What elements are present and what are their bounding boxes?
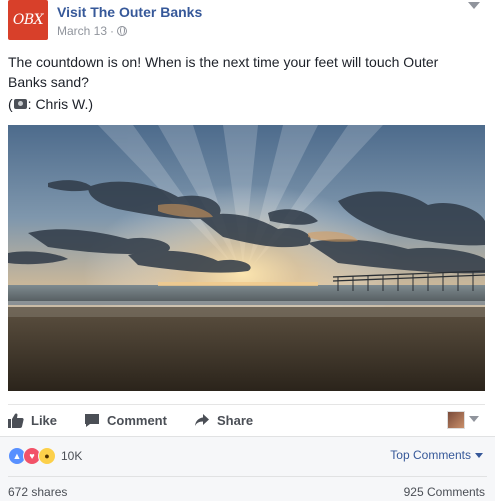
page-name-link[interactable]: Visit The Outer Banks xyxy=(57,4,202,20)
top-comments-dropdown[interactable]: Top Comments xyxy=(390,448,483,462)
camera-icon xyxy=(13,99,27,109)
credit-open: ( xyxy=(8,96,13,112)
comments-count[interactable]: 925 Comments xyxy=(404,485,485,499)
share-label: Share xyxy=(217,413,254,428)
credit-text: : Chris W.) xyxy=(27,96,94,112)
comment-icon xyxy=(85,414,99,427)
share-button[interactable]: Share xyxy=(194,413,253,428)
post-photo[interactable] xyxy=(8,125,485,391)
logo-text: OBX xyxy=(12,12,44,28)
post-header: OBX Visit The Outer Banks March 13 · xyxy=(8,0,488,40)
divider xyxy=(8,476,487,477)
post-date[interactable]: March 13 xyxy=(57,24,107,38)
thumbs-up-icon xyxy=(8,413,24,428)
shares-count[interactable]: 672 shares xyxy=(8,485,67,499)
globe-icon xyxy=(117,26,128,36)
like-label: Like xyxy=(31,413,58,428)
reactions-bar: ▲ ♥ ● 10K Top Comments 672 shares 925 Co… xyxy=(0,436,495,501)
post-text: The countdown is on! When is the next ti… xyxy=(8,54,439,90)
share-icon xyxy=(195,414,209,426)
wow-reaction-icon: ● xyxy=(38,447,56,465)
post-meta: March 13 · xyxy=(57,24,128,38)
sunset-beach-photo xyxy=(8,125,485,391)
comment-label: Comment xyxy=(107,413,167,428)
reaction-count: 10K xyxy=(61,449,83,463)
top-comments-label: Top Comments xyxy=(390,448,471,462)
page-logo[interactable]: OBX xyxy=(8,0,48,40)
reaction-summary[interactable]: ▲ ♥ ● 10K xyxy=(8,447,82,465)
chevron-down-icon[interactable] xyxy=(469,416,479,422)
avatar[interactable] xyxy=(447,411,465,429)
chevron-down-icon[interactable] xyxy=(468,2,480,9)
post-actions-bar: Like Comment Share xyxy=(8,404,485,437)
like-button[interactable]: Like xyxy=(8,413,57,428)
photo-credit: ( : Chris W.) xyxy=(8,96,93,112)
post-card: OBX Visit The Outer Banks March 13 · The… xyxy=(0,0,495,501)
meta-separator: · xyxy=(110,24,115,38)
chevron-down-icon xyxy=(475,452,483,458)
comment-button[interactable]: Comment xyxy=(84,413,167,428)
